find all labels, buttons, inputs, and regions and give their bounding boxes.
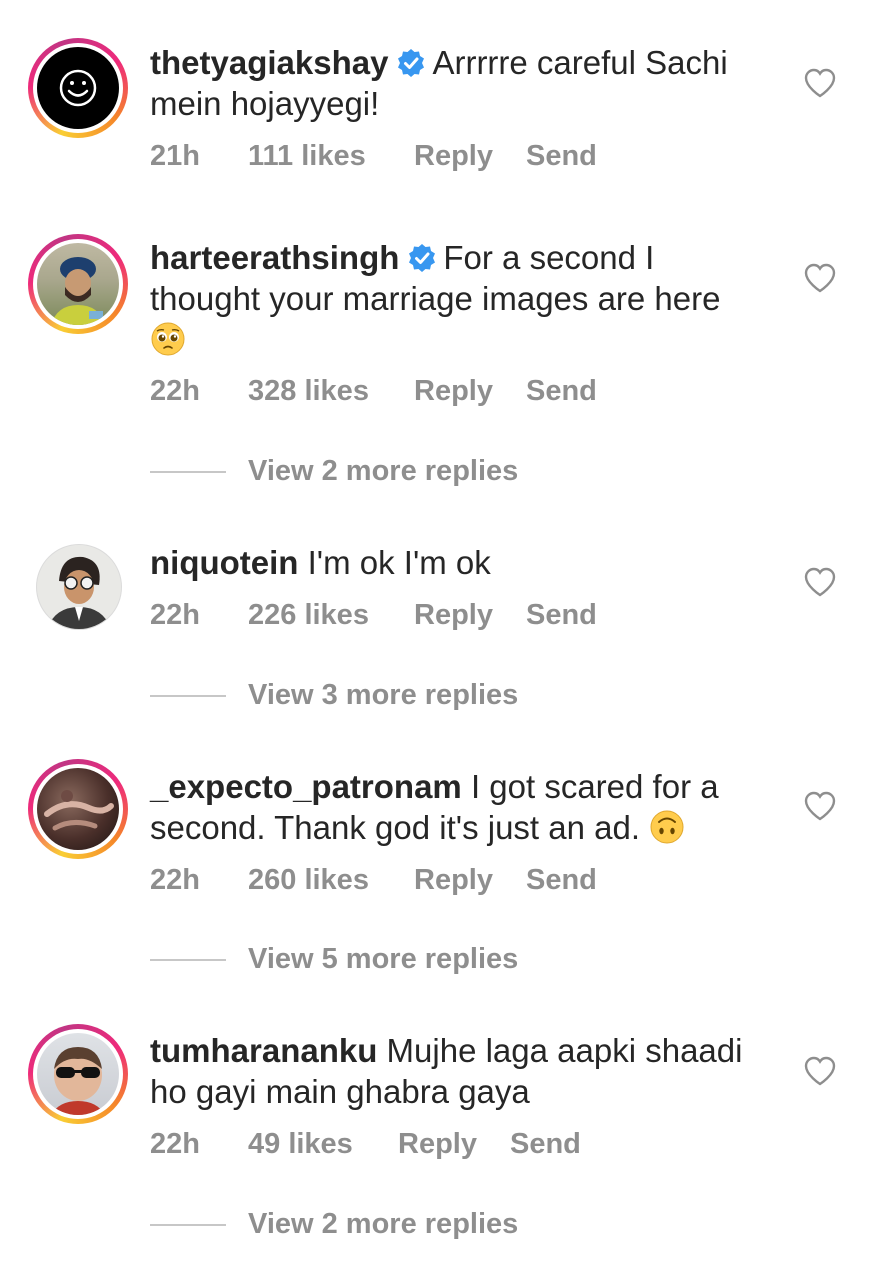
pleading-face-emoji [151,322,185,356]
story-ring[interactable] [28,759,128,859]
profile-photo-icon [51,1047,105,1115]
comment-text: harteerathsingh For a second I thought yo… [150,237,780,360]
view-replies-button[interactable]: View 2 more replies [150,1208,518,1248]
verified-badge-icon [409,244,436,272]
comment-meta: 22h 260 likes Reply Send [150,864,597,897]
comment-time: 22h [150,1128,200,1160]
comment-text: tumharananku Mujhe laga aapki shaadi ho … [150,1030,780,1112]
comment-body-line: second. Thank god it's just an ad. [150,809,641,846]
smiley-avatar-icon [59,69,97,107]
send-button[interactable]: Send [526,864,597,897]
likes-count[interactable]: 260 likes [248,864,414,897]
comment-text: niquotein I'm ok I'm ok [150,542,780,583]
divider [150,958,226,961]
reply-button[interactable]: Reply [398,1128,510,1161]
send-button[interactable]: Send [510,1128,581,1161]
avatar[interactable] [37,1033,119,1115]
comment-body-line: Mujhe laga aapki shaadi [386,1032,743,1069]
send-button[interactable]: Send [526,599,597,632]
comment-time: 21h [150,140,200,172]
comment-body-line: I got scared for a [470,768,719,805]
avatar[interactable] [37,47,119,129]
view-replies-button[interactable]: View 2 more replies [150,455,518,495]
story-ring[interactable] [28,1024,128,1124]
verified-badge-icon [398,49,425,77]
comment-body-line: For a second I [443,239,655,276]
comment-time: 22h [150,864,200,896]
heart-outline-icon[interactable] [804,1056,836,1086]
comment-username[interactable]: _expecto_patronam [150,768,462,805]
comment-username[interactable]: harteerathsingh [150,239,399,276]
story-ring[interactable] [28,234,128,334]
comment-username[interactable]: niquotein [150,544,298,581]
comment-body-line: Arrrrre careful Sachi [432,44,728,81]
comment-meta: 22h 226 likes Reply Send [150,599,597,632]
comment-time: 22h [150,375,200,407]
upside-down-face-emoji [650,810,684,844]
profile-photo-icon [51,257,105,325]
send-button[interactable]: Send [526,375,597,408]
reply-button[interactable]: Reply [414,140,526,173]
likes-count[interactable]: 111 likes [248,140,414,173]
divider [150,694,226,697]
heart-outline-icon[interactable] [804,791,836,821]
comment-body-line: ho gayi main ghabra gaya [150,1073,530,1110]
comment-meta: 22h 49 likes Reply Send [150,1128,581,1161]
comment-meta: 21h 111 likes Reply Send [150,140,597,173]
comment-body-line: mein hojayyegi! [150,85,380,122]
profile-photo-icon [47,556,111,629]
heart-outline-icon[interactable] [804,68,836,98]
comment-time: 22h [150,599,200,631]
avatar[interactable] [36,544,122,630]
heart-outline-icon[interactable] [804,263,836,293]
divider [150,470,226,473]
heart-outline-icon[interactable] [804,567,836,597]
view-replies-label[interactable]: View 3 more replies [248,679,518,711]
avatar[interactable] [37,243,119,325]
story-ring[interactable] [28,38,128,138]
likes-count[interactable]: 328 likes [248,375,414,408]
profile-photo-icon [44,790,114,831]
view-replies-button[interactable]: View 5 more replies [150,943,518,983]
divider [150,1223,226,1226]
send-button[interactable]: Send [526,140,597,173]
view-replies-label[interactable]: View 2 more replies [248,1208,518,1240]
comment-text: thetyagiakshay Arrrrre careful Sachi mein… [150,42,780,124]
view-replies-button[interactable]: View 3 more replies [150,679,518,719]
comment-username[interactable]: thetyagiakshay [150,44,388,81]
view-replies-label[interactable]: View 5 more replies [248,943,518,975]
view-replies-label[interactable]: View 2 more replies [248,455,518,487]
reply-button[interactable]: Reply [414,864,526,897]
avatar[interactable] [37,768,119,850]
reply-button[interactable]: Reply [414,599,526,632]
comment-body-line: thought your marriage images are here [150,280,721,317]
likes-count[interactable]: 49 likes [248,1128,398,1161]
comment-body-line: I'm ok I'm ok [307,544,491,581]
likes-count[interactable]: 226 likes [248,599,414,632]
reply-button[interactable]: Reply [414,375,526,408]
comment-username[interactable]: tumharananku [150,1032,377,1069]
comment-meta: 22h 328 likes Reply Send [150,375,597,408]
comment-text: _expecto_patronam I got scared for a sec… [150,766,780,848]
